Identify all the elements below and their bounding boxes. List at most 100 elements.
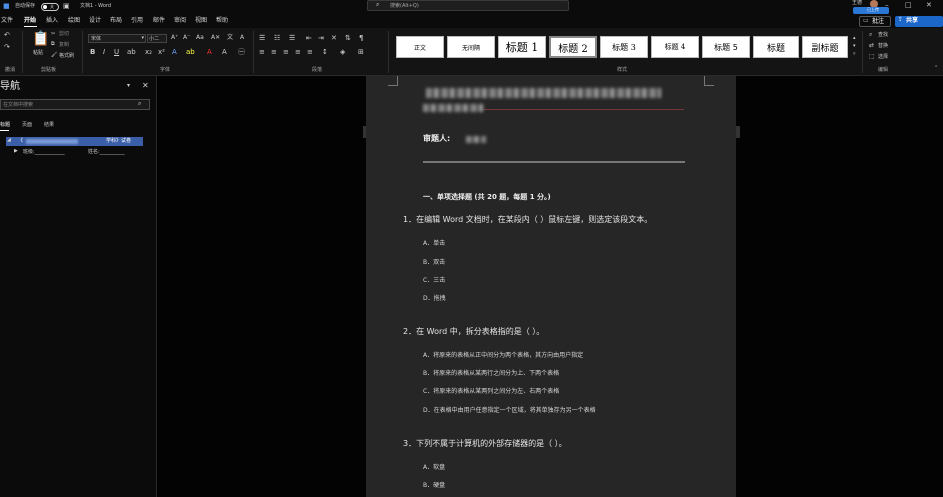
cut-label[interactable]: 剪切	[59, 32, 69, 37]
tab-design[interactable]: 设计	[89, 18, 101, 24]
style-heading-1[interactable]: 标题 1	[498, 36, 546, 58]
q1-option-d: D．拖拽	[423, 295, 446, 302]
borders-icon[interactable]: ⊞	[358, 49, 364, 56]
undo-icon[interactable]: ↶	[4, 32, 10, 39]
paste-label[interactable]: 粘贴	[33, 51, 43, 56]
decrease-indent-icon[interactable]: ⇤	[306, 35, 312, 42]
format-painter-label[interactable]: 格式刷	[59, 54, 74, 59]
show-marks-icon[interactable]: ¶	[359, 35, 363, 42]
tab-references[interactable]: 引用	[131, 18, 143, 24]
tab-review[interactable]: 审阅	[174, 18, 186, 24]
multilevel-list-icon[interactable]: ☰	[289, 35, 295, 42]
tab-file[interactable]: 文件	[1, 18, 13, 24]
find-label[interactable]: 查找	[878, 33, 888, 38]
distributed-icon[interactable]: ≡	[307, 49, 313, 56]
tab-draw[interactable]: 绘图	[68, 18, 80, 24]
replace-icon[interactable]: ⇄	[869, 43, 874, 49]
styles-more-icon[interactable]: ▿	[853, 52, 856, 57]
enclose-char-icon[interactable]: ㊀	[238, 49, 245, 56]
redo-icon[interactable]: ↷	[4, 44, 10, 51]
style-heading-2[interactable]: 标题 2	[549, 36, 597, 58]
document-canvas[interactable]: 审题人: 一、单项选择题 (共 20 题，每题 1 分。) 1．在编辑 Word…	[158, 76, 943, 497]
save-icon[interactable]: ▣	[63, 3, 70, 10]
upload-status: 已上传	[853, 7, 889, 14]
subscript-icon[interactable]: x₂	[145, 49, 152, 56]
nav-tab-headings[interactable]: 标题	[0, 123, 10, 128]
font-size-select[interactable]: 小二	[147, 34, 167, 43]
nav-heading-item[interactable]: ▶ 班级:____________ 姓名:__________	[14, 148, 149, 157]
tab-layout[interactable]: 布局	[110, 18, 122, 24]
nav-tab-results[interactable]: 结果	[44, 123, 54, 128]
collapse-arrow-icon[interactable]: ◢	[7, 138, 11, 143]
tab-view[interactable]: 视图	[195, 18, 207, 24]
nav-search-input[interactable]: 在文档中搜索 ⌕	[0, 99, 150, 110]
style-heading-3[interactable]: 标题 3	[600, 36, 648, 58]
bullets-icon[interactable]: ☰	[259, 35, 265, 42]
char-shading-icon[interactable]: A	[222, 49, 227, 56]
styles-scroll-up-icon[interactable]: ▴	[853, 36, 856, 41]
question-3: 3．下列不属于计算机的外部存储器的是（ ）。	[403, 439, 567, 448]
grow-font-icon[interactable]: A⁺	[171, 35, 178, 41]
autosave-toggle[interactable]: 关	[41, 3, 59, 11]
select-icon[interactable]: ⬚	[869, 54, 875, 60]
tab-help[interactable]: 帮助	[216, 18, 228, 24]
style-no-spacing[interactable]: 无间隔	[447, 36, 495, 58]
nav-tab-pages[interactable]: 页面	[22, 123, 32, 128]
style-subtitle[interactable]: 副标题	[802, 36, 848, 58]
tab-home[interactable]: 开始	[24, 18, 36, 24]
clear-format-icon[interactable]: A✕	[211, 35, 220, 41]
paste-icon[interactable]: 📋	[32, 32, 49, 46]
style-heading-4[interactable]: 标题 4	[651, 36, 699, 58]
cut-icon[interactable]: ✂	[51, 32, 55, 37]
nav-heading-item[interactable]: ◢ 《 学科》试卷	[6, 137, 143, 146]
format-painter-icon[interactable]: 🖌	[51, 53, 57, 58]
phonetic-guide-icon[interactable]: 文	[227, 35, 233, 41]
font-name-select[interactable]: 宋体 ▾	[88, 34, 146, 43]
italic-icon[interactable]: I	[103, 49, 105, 56]
underline-icon[interactable]: U	[114, 49, 119, 56]
collapse-ribbon-icon[interactable]: ⌃	[934, 66, 938, 71]
maximize-icon[interactable]: □	[905, 2, 912, 9]
expand-arrow-icon[interactable]: ▶	[14, 149, 18, 154]
document-page[interactable]: 审题人: 一、单项选择题 (共 20 题，每题 1 分。) 1．在编辑 Word…	[366, 76, 736, 497]
style-normal[interactable]: 正文	[396, 36, 444, 58]
nav-close-icon[interactable]: ✕	[142, 82, 149, 90]
justify-icon[interactable]: ≡	[295, 49, 301, 56]
nav-options-icon[interactable]: ▾	[127, 83, 130, 89]
share-button[interactable]: ⇪ 共享	[895, 16, 943, 27]
change-case-icon[interactable]: Aa	[196, 35, 204, 41]
styles-scroll-down-icon[interactable]: ▾	[853, 44, 856, 49]
strikethrough-icon[interactable]: ab	[127, 49, 136, 56]
sort-icon[interactable]: ⇅	[345, 35, 351, 42]
align-right-icon[interactable]: ≡	[283, 49, 289, 56]
find-icon[interactable]: ⌕	[869, 32, 872, 38]
autosave-state: 关	[50, 4, 54, 9]
copy-icon[interactable]: ⧉	[51, 42, 55, 47]
superscript-icon[interactable]: x²	[158, 49, 165, 56]
comment-button[interactable]: ▭ 批注	[859, 16, 891, 27]
char-border-icon[interactable]: A	[240, 35, 244, 41]
increase-indent-icon[interactable]: ⇥	[318, 35, 324, 42]
font-color-icon[interactable]: A	[207, 49, 212, 56]
align-center-icon[interactable]: ≡	[271, 49, 277, 56]
shrink-font-icon[interactable]: A⁻	[183, 35, 190, 41]
tab-mailings[interactable]: 邮件	[153, 18, 165, 24]
replace-label[interactable]: 替换	[878, 44, 888, 49]
select-label[interactable]: 选择	[878, 55, 888, 60]
tab-insert[interactable]: 插入	[46, 18, 58, 24]
highlight-icon[interactable]: ab	[186, 49, 195, 56]
chinese-layout-icon[interactable]: ✕	[331, 35, 337, 42]
search-box[interactable]: ⌕ 搜索(Alt+Q)	[367, 0, 569, 11]
style-title[interactable]: 标题	[753, 36, 799, 58]
shading-icon[interactable]: ◈	[340, 49, 345, 56]
align-left-icon[interactable]: ≡	[259, 49, 265, 56]
copy-label[interactable]: 复制	[59, 43, 69, 48]
page-corner-mark	[388, 76, 398, 86]
separator	[253, 31, 254, 73]
style-heading-5[interactable]: 标题 5	[702, 36, 750, 58]
numbering-icon[interactable]: ☷	[274, 35, 280, 42]
text-effects-icon[interactable]: A	[172, 49, 177, 56]
close-icon[interactable]: ✕	[926, 2, 932, 9]
bold-icon[interactable]: B	[90, 49, 95, 56]
line-spacing-icon[interactable]: ↕	[322, 49, 328, 56]
